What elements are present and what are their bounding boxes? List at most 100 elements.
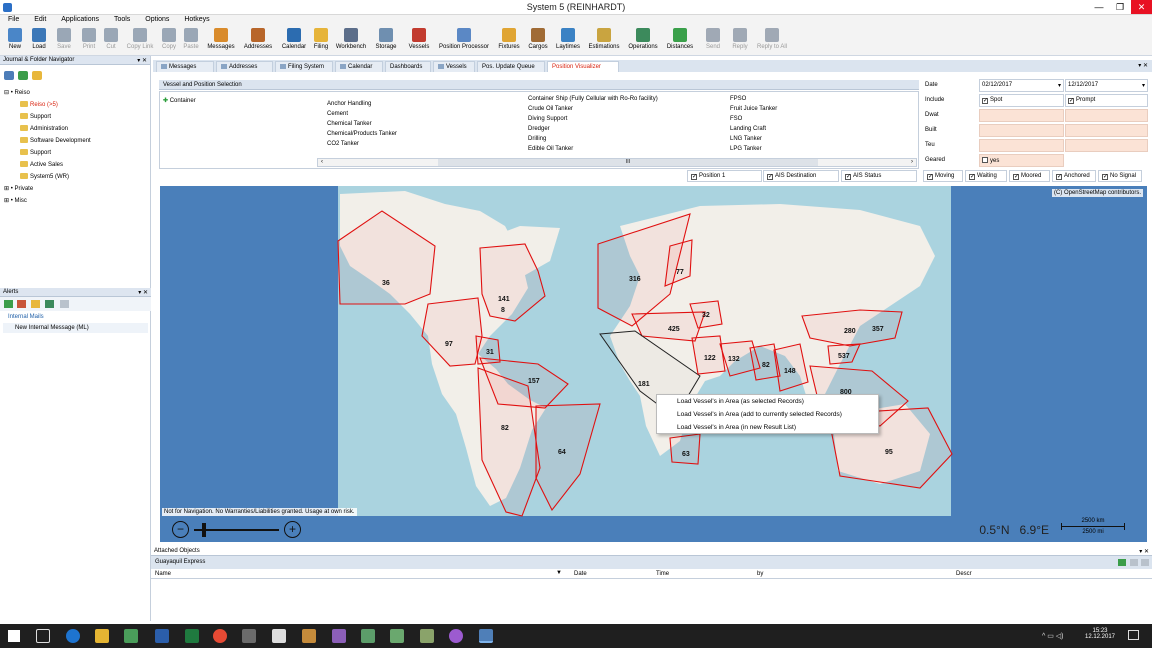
teu-from-input[interactable]: [979, 139, 1064, 152]
vessel-type-item[interactable]: Container Ship (Fully Cellular with Ro-R…: [528, 96, 658, 102]
menu-applications[interactable]: Applications: [53, 15, 104, 23]
toolbar-operations-button[interactable]: Operations: [625, 28, 661, 55]
col-time[interactable]: Time: [656, 571, 669, 577]
toolbar-storage-button[interactable]: Storage: [372, 28, 400, 55]
scroll-right-icon[interactable]: ›: [908, 159, 916, 166]
filter-ais-status-checkbox[interactable]: ✓ AIS Status: [841, 170, 917, 182]
clock[interactable]: 15:23 12.12.2017: [1083, 628, 1117, 640]
expander-icon[interactable]: ⊞: [4, 198, 11, 204]
nav-item[interactable]: Reiso (>5): [20, 101, 58, 108]
zoom-in-button[interactable]: +: [284, 521, 301, 538]
attached-controls[interactable]: ▾ ✕: [1139, 548, 1149, 555]
refresh-icon[interactable]: [45, 300, 54, 308]
dropdown-icon[interactable]: ▾: [1142, 82, 1145, 89]
tab-pos-update-queue[interactable]: Pos. Update Queue: [477, 61, 545, 72]
menu-hotkeys[interactable]: Hotkeys: [176, 15, 214, 23]
vessel-type-item[interactable]: Drilling: [528, 136, 546, 142]
built-to-input[interactable]: [1065, 124, 1148, 137]
refresh-icon[interactable]: [4, 71, 14, 80]
nav-item[interactable]: Support: [20, 149, 51, 156]
word-icon[interactable]: [155, 629, 169, 643]
menu-file[interactable]: File: [0, 15, 24, 23]
map-canvas[interactable]: [160, 186, 1147, 542]
sort-icon[interactable]: ▼: [556, 570, 562, 576]
app-icon[interactable]: [332, 629, 346, 643]
vessel-count-label[interactable]: 425: [668, 326, 680, 333]
vessel-count-label[interactable]: 141: [498, 296, 510, 303]
toolbar-workbench-button[interactable]: Workbench: [333, 28, 369, 55]
folder-icon[interactable]: [32, 71, 42, 80]
date-to-field[interactable]: 12/12/2017 ▾: [1065, 79, 1148, 92]
navigator-controls[interactable]: ▾ ✕: [137, 57, 147, 64]
vessel-type-item[interactable]: FSO: [730, 116, 742, 122]
vessel-type-item[interactable]: Diving Support: [528, 116, 567, 122]
app-icon[interactable]: [449, 629, 463, 643]
zoom-out-button[interactable]: −: [172, 521, 189, 538]
toolbar-send-button[interactable]: Send: [700, 28, 726, 55]
expander-icon[interactable]: ⊞: [4, 186, 11, 192]
zoom-slider[interactable]: [194, 529, 279, 531]
filter-no-signal-checkbox[interactable]: ✓ No Signal: [1098, 170, 1142, 182]
col-date[interactable]: Date: [574, 571, 587, 577]
teu-to-input[interactable]: [1065, 139, 1148, 152]
tab-calendar[interactable]: Calendar: [335, 61, 383, 72]
tabs-controls[interactable]: ▾ ✕: [1138, 62, 1148, 69]
vessel-type-item[interactable]: Chemical/Products Tanker: [327, 131, 397, 137]
expander-icon[interactable]: ⊟: [4, 90, 11, 96]
vessel-type-item[interactable]: LNG Tanker: [730, 136, 762, 142]
alerts-group[interactable]: Internal Mails: [0, 311, 151, 323]
dropdown-icon[interactable]: ▾: [1058, 82, 1061, 89]
vessel-count-label[interactable]: 77: [676, 269, 684, 276]
vessel-count-label[interactable]: 36: [382, 280, 390, 287]
scroll-thumb[interactable]: III: [438, 159, 818, 166]
col-name[interactable]: Name: [155, 571, 171, 577]
toolbar-copy-button[interactable]: Copy: [158, 28, 180, 55]
app-icon[interactable]: [390, 629, 404, 643]
vessel-count-label[interactable]: 82: [501, 425, 509, 432]
filter-moored-checkbox[interactable]: ✓ Moored: [1009, 170, 1050, 182]
menu-item-load-selected[interactable]: Load Vessel's in Area (as selected Recor…: [657, 395, 878, 408]
start-icon[interactable]: [8, 630, 20, 642]
vessel-type-item[interactable]: CO2 Tanker: [327, 141, 359, 147]
filter-moving-checkbox[interactable]: ✓ Moving: [923, 170, 963, 182]
vessel-type-item[interactable]: Dredger: [528, 126, 550, 132]
toolbar-print-button[interactable]: Print: [78, 28, 100, 55]
toolbar-addresses-button[interactable]: Addresses: [240, 28, 276, 55]
maximize-button[interactable]: ❐: [1110, 0, 1130, 14]
tab-messages[interactable]: Messages: [156, 61, 214, 72]
vessel-count-label[interactable]: 357: [872, 326, 884, 333]
app-icon[interactable]: [361, 629, 375, 643]
filter-ais-destination-checkbox[interactable]: ✓ AIS Destination: [763, 170, 839, 182]
vessel-count-label[interactable]: 64: [558, 449, 566, 456]
vessel-count-label[interactable]: 8: [501, 307, 505, 314]
app-icon[interactable]: [420, 629, 434, 643]
toolbar-copy-link-button[interactable]: Copy Link: [124, 28, 156, 55]
toolbar-filing-button[interactable]: Filing: [311, 28, 331, 55]
nav-item[interactable]: Software Development: [20, 137, 91, 144]
app-icon[interactable]: [242, 629, 256, 643]
tree-root[interactable]: ✚ Container: [163, 97, 196, 104]
alerts-controls[interactable]: ▾ ✕: [138, 289, 148, 296]
menu-tools[interactable]: Tools: [106, 15, 135, 23]
delete-icon[interactable]: [1141, 559, 1149, 566]
vessel-count-label[interactable]: 32: [702, 312, 710, 319]
tab-vessels[interactable]: Vessels: [433, 61, 475, 72]
filter-waiting-checkbox[interactable]: ✓ Waiting: [965, 170, 1007, 182]
nav-item[interactable]: Support: [20, 113, 51, 120]
vessel-count-label[interactable]: 122: [704, 355, 716, 362]
vessel-count-label[interactable]: 31: [486, 349, 494, 356]
minimize-button[interactable]: —: [1089, 0, 1109, 14]
zoom-slider-handle[interactable]: [202, 523, 206, 537]
toolbar-distances-button[interactable]: Distances: [663, 28, 697, 55]
menu-edit[interactable]: Edit: [26, 15, 51, 23]
new-alert-icon[interactable]: [4, 300, 13, 308]
store-icon[interactable]: [124, 629, 138, 643]
map-view[interactable]: 36 141 8 316 77 32 425 280 357 97 31 122 132 82 537 157…: [160, 186, 1147, 542]
task-view-icon[interactable]: [36, 629, 50, 643]
filter-position-1-checkbox[interactable]: ✓ Position 1: [687, 170, 762, 182]
dwat-from-input[interactable]: [979, 109, 1064, 122]
toolbar-vessels-button[interactable]: Vessels: [405, 28, 433, 55]
vessel-count-label[interactable]: 280: [844, 328, 856, 335]
menu-item-load-add[interactable]: Load Vessel's in Area (add to currently …: [657, 408, 878, 421]
nav-item[interactable]: Active Sales: [20, 161, 63, 168]
